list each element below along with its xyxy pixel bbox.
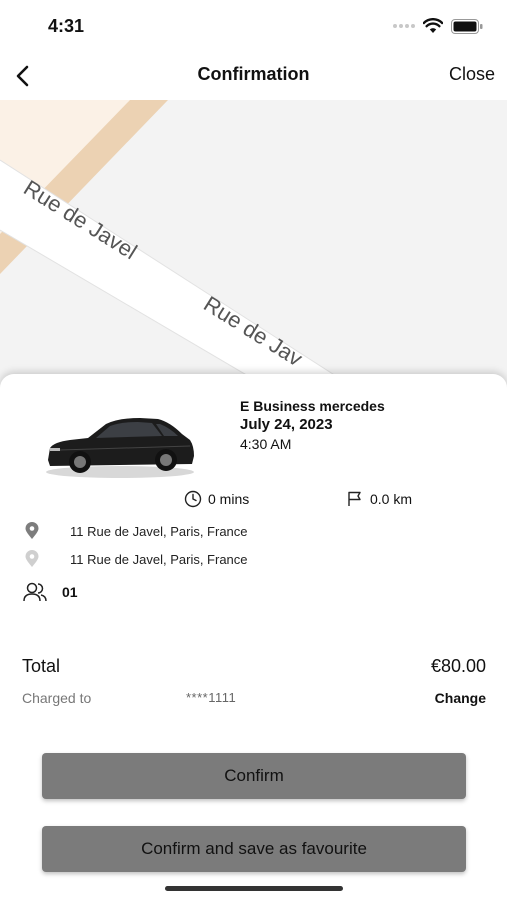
passenger-count: 01 <box>62 584 78 600</box>
pickup-address: 11 Rue de Javel, Paris, France <box>70 523 248 539</box>
pickup-pin-icon <box>25 522 39 539</box>
car-image <box>46 418 194 478</box>
home-indicator <box>165 886 343 891</box>
status-bar: 4:31 <box>0 0 507 52</box>
card-number: ****1111 <box>186 690 237 705</box>
confirm-button[interactable]: Confirm <box>42 753 466 799</box>
trip-distance-value: 0.0 km <box>370 491 413 507</box>
pickup-row: 11 Rue de Javel, Paris, France <box>24 522 248 540</box>
trip-duration-value: 0 mins <box>208 491 250 507</box>
page-title: Confirmation <box>197 64 310 84</box>
cellular-signal-icon <box>393 24 415 28</box>
map-canvas: Rue de Javel Rue de Jav <box>0 100 507 400</box>
total-value: €80.00 <box>430 656 486 676</box>
close-button[interactable]: Close <box>449 64 495 85</box>
confirm-save-favourite-button[interactable]: Confirm and save as favourite <box>42 826 466 872</box>
total-label: Total <box>22 656 61 676</box>
booking-sheet: E Business mercedes July 24, 2023 4:30 A… <box>0 374 507 900</box>
flag-icon <box>348 491 361 506</box>
vehicle-name: E Business mercedes <box>240 398 385 414</box>
trip-duration: 0 mins <box>184 490 249 508</box>
charged-to-label: Charged to <box>22 690 92 706</box>
status-icons <box>393 18 483 34</box>
trip-date: July 24, 2023 <box>240 416 333 433</box>
clock-icon <box>184 490 202 508</box>
passengers-icon <box>23 582 47 602</box>
wifi-icon <box>423 18 443 33</box>
navigation-bar: Confirmation Close <box>0 52 507 100</box>
dropoff-row: 11 Rue de Javel, Paris, France <box>24 550 248 568</box>
map-view[interactable]: Rue de Javel Rue de Jav <box>0 100 507 400</box>
trip-time: 4:30 AM <box>240 436 292 452</box>
status-time: 4:31 <box>48 16 85 36</box>
trip-distance: 0.0 km <box>346 490 412 508</box>
passengers-row: 01 <box>22 582 78 602</box>
dropoff-address: 11 Rue de Javel, Paris, France <box>70 551 248 567</box>
battery-icon <box>451 18 483 34</box>
dropoff-pin-icon <box>25 550 39 567</box>
change-payment-button[interactable]: Change <box>435 690 486 706</box>
